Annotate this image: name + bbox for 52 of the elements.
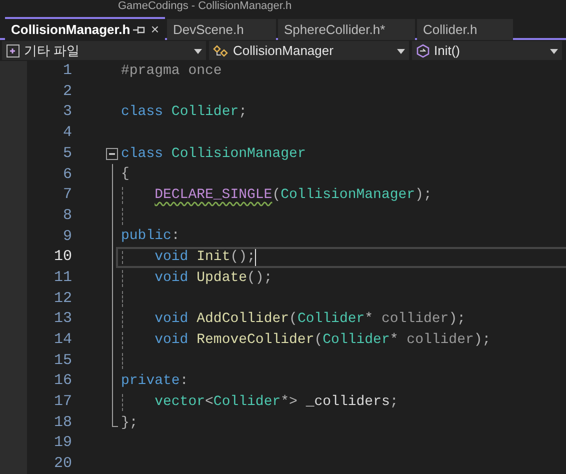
line-number: 15 — [52, 350, 72, 371]
line-number: 17 — [52, 392, 72, 412]
line-number: 10 — [52, 247, 72, 268]
code-line: vector<Collider*> _colliders; — [154, 392, 398, 412]
line-number: 9 — [62, 226, 72, 247]
dropdown[interactable]: 기타 파일 — [2, 41, 206, 60]
caret-icon — [397, 48, 405, 54]
line-number: 18 — [52, 412, 72, 433]
code-line: DECLARE_SINGLE(CollisionManager); — [154, 186, 432, 205]
line-number: 5 — [62, 144, 72, 164]
line-number: 8 — [62, 206, 72, 226]
editor-tab[interactable]: CollisionManager.h × — [5, 17, 165, 40]
line-number: 12 — [52, 288, 72, 309]
pin-icon — [132, 24, 145, 34]
line-number: 4 — [62, 123, 72, 144]
code-line: }; — [121, 414, 138, 433]
code-line: class Collider; — [121, 103, 248, 122]
code-line: public: — [121, 227, 180, 246]
pin-button[interactable] — [132, 24, 145, 34]
line-number: 19 — [52, 433, 72, 454]
dropdown[interactable]: CollisionManager — [209, 41, 409, 60]
dropdown[interactable]: Init() — [412, 41, 562, 60]
caret-icon — [550, 48, 558, 54]
code-line: { — [121, 165, 130, 184]
line-number: 7 — [62, 185, 72, 206]
code-line: void AddCollider(Collider* collider); — [154, 310, 466, 330]
code-line: void RemoveCollider(Collider* collider); — [154, 330, 491, 350]
caret-icon — [194, 48, 202, 54]
editor-tab[interactable]: SphereCollider.h* — [278, 19, 415, 40]
project-icon — [6, 44, 20, 58]
code-line: class CollisionManager — [121, 144, 306, 164]
editor-tab[interactable]: Collider.h — [417, 19, 513, 40]
line-number: 20 — [52, 454, 72, 474]
code-line: #pragma once — [121, 62, 222, 81]
line-number: 2 — [62, 82, 72, 102]
collapse-button[interactable] — [106, 148, 118, 160]
class-icon — [213, 44, 229, 58]
line-number: 16 — [52, 371, 72, 392]
window-title: GameCodings - CollisionManager.h — [118, 0, 292, 12]
close-button[interactable]: × — [150, 19, 159, 40]
editor-tab[interactable]: DevScene.h — [167, 19, 276, 40]
line-number: 1 — [62, 61, 72, 82]
line-number: 11 — [52, 268, 72, 288]
code-line: void Update(); — [154, 268, 272, 288]
line-number: 6 — [62, 164, 72, 185]
method-icon — [416, 44, 430, 58]
line-number: 13 — [52, 309, 72, 330]
code-line: private: — [121, 372, 188, 392]
text-cursor — [255, 249, 256, 266]
code-line: void Init(); — [154, 248, 256, 268]
line-number: 3 — [62, 102, 72, 122]
line-number: 14 — [52, 330, 72, 350]
